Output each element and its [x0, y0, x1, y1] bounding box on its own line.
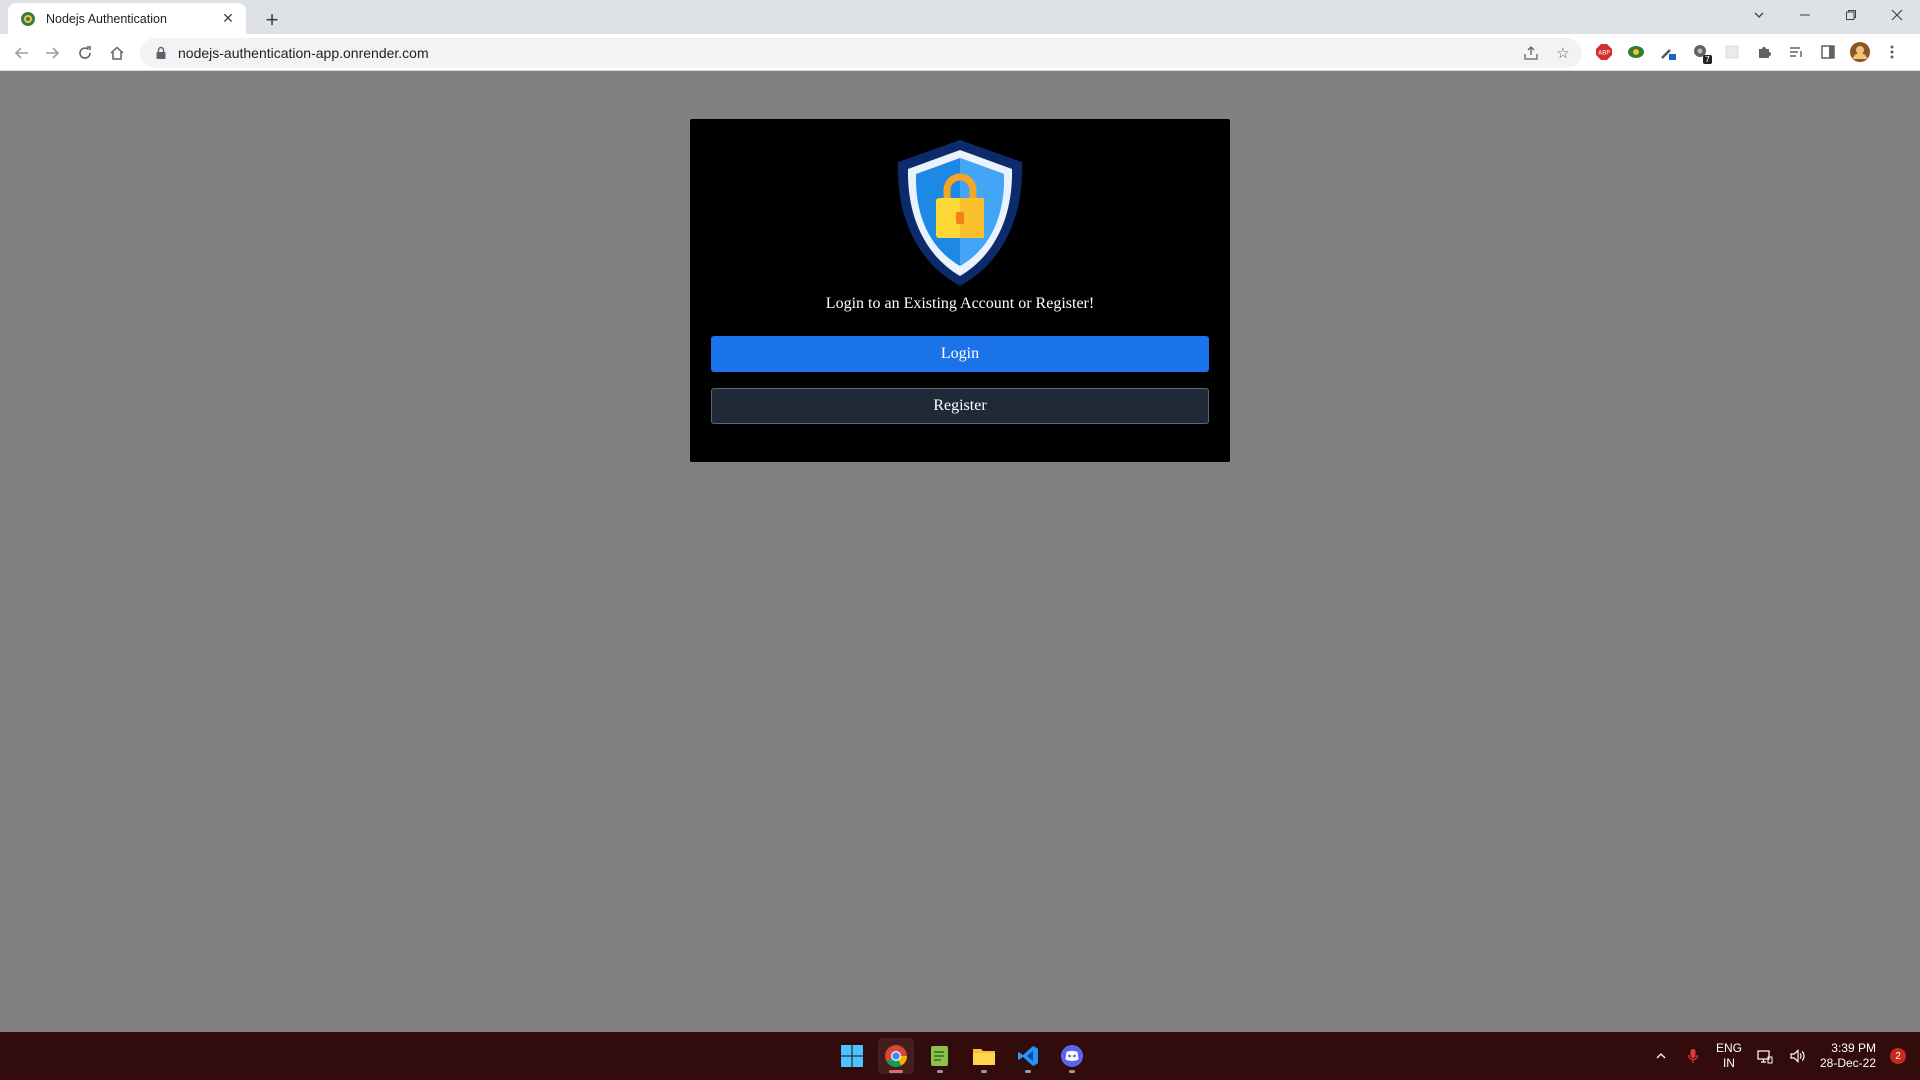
clock-date: 28-Dec-22: [1819, 1056, 1876, 1070]
running-indicator: [981, 1070, 987, 1073]
tab-search-chevron-icon[interactable]: [1736, 0, 1782, 30]
address-bar[interactable]: nodejs-authentication-app.onrender.com ☆: [140, 38, 1582, 68]
extensions-area: ABP 7: [1592, 39, 1904, 65]
reload-icon[interactable]: [71, 39, 99, 67]
network-icon[interactable]: [1756, 1047, 1774, 1065]
auth-prompt: Login to an Existing Account or Register…: [825, 295, 1095, 312]
adblock-extension-icon[interactable]: ABP: [1592, 39, 1616, 65]
eyedropper-extension-icon[interactable]: [1656, 39, 1680, 65]
clock[interactable]: 3:39 PM 28-Dec-22: [1820, 1041, 1876, 1071]
notification-badge[interactable]: 2: [1890, 1048, 1906, 1064]
lock-icon[interactable]: [154, 46, 168, 60]
volume-icon[interactable]: [1788, 1047, 1806, 1065]
restore-button[interactable]: [1828, 0, 1874, 30]
green-extension-icon[interactable]: [1624, 39, 1648, 65]
adblock-label: ABP: [1598, 50, 1610, 57]
reading-list-icon[interactable]: [1784, 39, 1808, 65]
profile-avatar[interactable]: [1848, 39, 1872, 65]
chrome-taskbar-icon[interactable]: [878, 1038, 914, 1074]
clock-time: 3:39 PM: [1831, 1041, 1876, 1055]
discord-taskbar-icon[interactable]: [1054, 1038, 1090, 1074]
home-icon[interactable]: [103, 39, 131, 67]
new-tab-button[interactable]: +: [258, 6, 286, 34]
puzzle-extensions-icon[interactable]: [1752, 39, 1776, 65]
taskbar: ENG IN 3:39 PM 28-Dec-22 2: [0, 1032, 1920, 1080]
taskbar-apps: [834, 1038, 1090, 1074]
chevron-up-icon[interactable]: [1652, 1047, 1670, 1065]
system-tray: ENG IN 3:39 PM 28-Dec-22 2: [1652, 1032, 1906, 1080]
chrome-menu-icon[interactable]: [1880, 39, 1904, 65]
shield-lock-icon: [897, 140, 1023, 286]
back-arrow-icon[interactable]: [8, 39, 36, 67]
bookmark-star-icon[interactable]: ☆: [1552, 43, 1574, 63]
badge-extension-icon[interactable]: 7: [1688, 39, 1712, 65]
auth-card: Login to an Existing Account or Register…: [690, 119, 1230, 462]
register-button[interactable]: Register: [711, 388, 1209, 424]
notepad-taskbar-icon[interactable]: [922, 1038, 958, 1074]
extension-badge: 7: [1702, 55, 1712, 64]
site-favicon-icon: [21, 11, 35, 26]
close-window-button[interactable]: [1874, 0, 1920, 30]
forward-arrow-icon[interactable]: [38, 39, 66, 67]
blank-extension-icon[interactable]: [1720, 39, 1744, 65]
tab-title: Nodejs Authentication: [46, 11, 167, 26]
windows-start-icon[interactable]: [834, 1038, 870, 1074]
tab-strip: Nodejs Authentication ✕ +: [0, 0, 1920, 34]
running-indicator: [937, 1070, 943, 1073]
language-text: ENG: [1715, 1041, 1742, 1055]
tab-close-icon[interactable]: ✕: [220, 10, 236, 27]
file-explorer-taskbar-icon[interactable]: [966, 1038, 1002, 1074]
window-controls: [1736, 0, 1920, 30]
minimize-button[interactable]: [1782, 0, 1828, 30]
vscode-taskbar-icon[interactable]: [1010, 1038, 1046, 1074]
language-indicator[interactable]: ENG IN: [1716, 1041, 1742, 1071]
running-indicator: [1025, 1070, 1031, 1073]
running-indicator: [1069, 1070, 1075, 1073]
url-text: nodejs-authentication-app.onrender.com: [178, 45, 429, 61]
region-text: IN: [1722, 1056, 1735, 1070]
side-panel-icon[interactable]: [1816, 39, 1840, 65]
page-viewport: Login to an Existing Account or Register…: [0, 71, 1920, 1032]
active-indicator: [889, 1070, 903, 1073]
browser-toolbar: nodejs-authentication-app.onrender.com ☆…: [0, 34, 1920, 71]
share-icon[interactable]: [1520, 43, 1542, 63]
browser-tab[interactable]: Nodejs Authentication ✕: [8, 3, 246, 34]
microphone-icon[interactable]: [1684, 1047, 1702, 1065]
login-button[interactable]: Login: [711, 336, 1209, 372]
